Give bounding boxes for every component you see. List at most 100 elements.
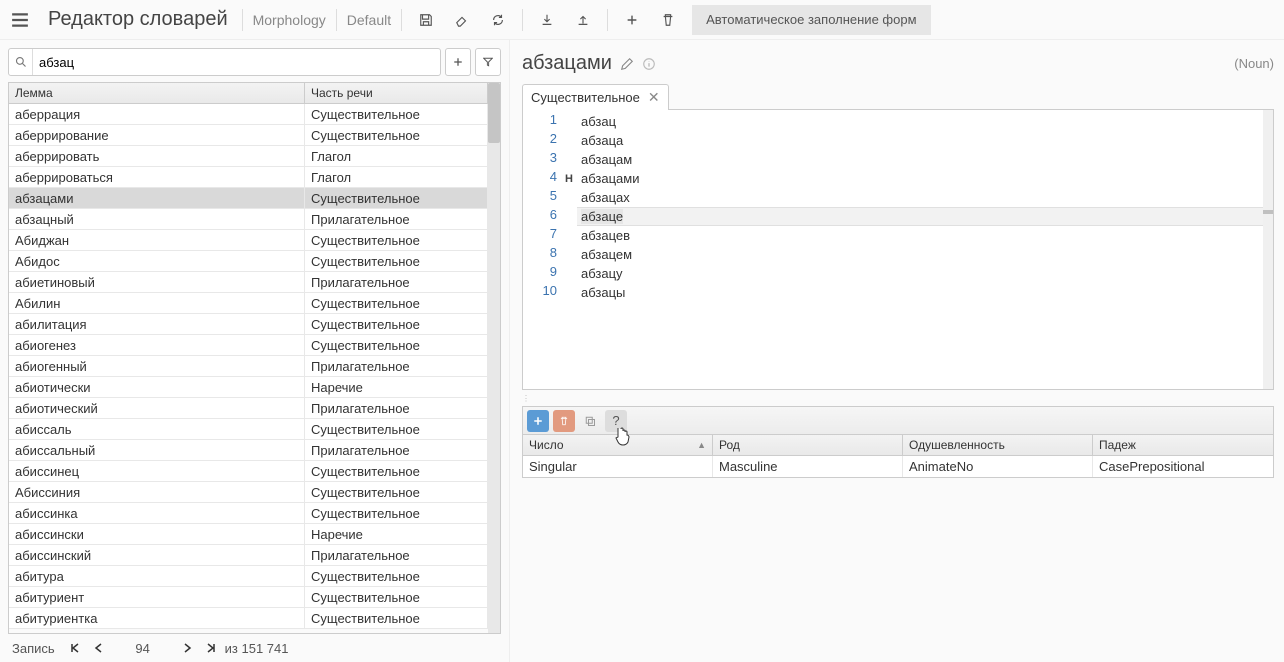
table-row[interactable]: абитуриенткаСуществительное (9, 608, 488, 629)
search-input[interactable] (33, 54, 440, 71)
table-row[interactable]: АбидосСуществительное (9, 251, 488, 272)
tab-close-icon[interactable]: ✕ (648, 89, 660, 106)
upload-button[interactable] (565, 0, 601, 40)
table-row[interactable]: абзацамиСуществительное (9, 188, 488, 209)
form-line[interactable]: абзаца (577, 131, 1263, 150)
pager-prev[interactable] (89, 638, 109, 658)
prev-icon (94, 643, 104, 653)
pager-next[interactable] (177, 638, 197, 658)
table-row[interactable]: абиогенныйПрилагательное (9, 356, 488, 377)
form-line[interactable]: абзаце (577, 207, 1263, 226)
search-icon (9, 49, 33, 75)
col-pos[interactable]: Часть речи (305, 83, 488, 103)
tag-add-button[interactable] (527, 410, 549, 432)
form-line[interactable]: абзацы (577, 283, 1263, 302)
table-row[interactable]: абиотическийПрилагательное (9, 398, 488, 419)
table-row[interactable]: аберрацияСуществительное (9, 104, 488, 125)
val-animacy: AnimateNo (903, 456, 1093, 477)
next-icon (182, 643, 192, 653)
attr-header: Число Род Одушевленность Падеж (523, 435, 1273, 456)
save-icon (419, 13, 433, 27)
form-line[interactable]: абзац (577, 112, 1263, 131)
autofill-button[interactable]: Автоматическое заполнение форм (692, 5, 930, 35)
save-button[interactable] (408, 0, 444, 40)
tag-copy-button[interactable] (579, 410, 601, 432)
scrollbar-thumb[interactable] (488, 83, 500, 143)
form-line[interactable]: абзацах (577, 188, 1263, 207)
search-box (8, 48, 441, 76)
filter-icon (483, 57, 493, 67)
table-row[interactable]: абитуриентСуществительное (9, 587, 488, 608)
first-icon (70, 643, 80, 653)
tag-delete-button[interactable] (553, 410, 575, 432)
table-row[interactable]: абиссинкаСуществительное (9, 503, 488, 524)
table-row[interactable]: АбиссинияСуществительное (9, 482, 488, 503)
tag-help-button[interactable]: ? (605, 410, 627, 432)
form-line[interactable]: абзацу (577, 264, 1263, 283)
table-row[interactable]: аберрироватьсяГлагол (9, 167, 488, 188)
filter-button[interactable] (475, 48, 501, 76)
lemma-grid: Лемма Часть речи аберрацияСуществительно… (8, 82, 501, 634)
form-line[interactable]: абзацев (577, 226, 1263, 245)
search-add-button[interactable] (445, 48, 471, 76)
col-animacy[interactable]: Одушевленность (903, 435, 1093, 455)
splitter[interactable]: ⋮ (522, 394, 1274, 402)
info-button[interactable] (642, 57, 656, 71)
table-row[interactable]: абиссинецСуществительное (9, 461, 488, 482)
editor-scrollbar[interactable] (1263, 110, 1273, 389)
tab-noun[interactable]: Существительное ✕ (522, 84, 669, 110)
table-row[interactable]: АбилинСуществительное (9, 293, 488, 314)
table-row[interactable]: абиогенезСуществительное (9, 335, 488, 356)
table-row[interactable]: абиетиновыйПрилагательное (9, 272, 488, 293)
left-panel: Лемма Часть речи аберрацияСуществительно… (0, 40, 510, 662)
form-line[interactable]: абзацем (577, 245, 1263, 264)
pager-last[interactable] (201, 638, 221, 658)
download-button[interactable] (529, 0, 565, 40)
pager-label: Запись (12, 641, 55, 656)
tab-label: Существительное (531, 90, 640, 105)
pager-current: 94 (113, 641, 173, 656)
content-header: абзацами (Noun) (522, 52, 1274, 75)
col-gender[interactable]: Род (713, 435, 903, 455)
table-row[interactable]: абитураСуществительное (9, 566, 488, 587)
col-lemma[interactable]: Лемма (9, 83, 305, 103)
table-row[interactable]: абзацныйПрилагательное (9, 209, 488, 230)
edit-title-button[interactable] (620, 57, 634, 71)
table-row[interactable]: абиссальныйПрилагательное (9, 440, 488, 461)
add-button[interactable] (614, 0, 650, 40)
upload-icon (576, 13, 590, 27)
table-row[interactable]: абиотическиНаречие (9, 377, 488, 398)
pager-first[interactable] (65, 638, 85, 658)
grid-scrollbar[interactable] (488, 83, 500, 633)
refresh-button[interactable] (480, 0, 516, 40)
breadcrumb-default[interactable]: Default (343, 12, 395, 28)
info-icon (642, 57, 656, 71)
table-row[interactable]: абиссинскийПрилагательное (9, 545, 488, 566)
form-line[interactable]: абзацам (577, 150, 1263, 169)
table-row[interactable]: абиссинскиНаречие (9, 524, 488, 545)
pencil-icon (620, 57, 634, 71)
breadcrumb-morphology[interactable]: Morphology (249, 12, 330, 28)
table-row[interactable]: абиссальСуществительное (9, 419, 488, 440)
val-number: Singular (523, 456, 713, 477)
content-title: абзацами (522, 52, 612, 75)
pos-short: (Noun) (1234, 56, 1274, 71)
table-row[interactable]: аберрироватьГлагол (9, 146, 488, 167)
copy-icon (584, 415, 596, 427)
form-line[interactable]: абзацами (577, 169, 1263, 188)
table-row[interactable]: аберрированиеСуществительное (9, 125, 488, 146)
tabs: Существительное ✕ (522, 83, 1274, 110)
plus-icon (625, 13, 639, 27)
delete-button[interactable] (650, 0, 686, 40)
table-row[interactable]: абилитацияСуществительное (9, 314, 488, 335)
table-row[interactable]: АбиджанСуществительное (9, 230, 488, 251)
attr-row[interactable]: Singular Masculine AnimateNo CasePreposi… (523, 456, 1273, 477)
erase-button[interactable] (444, 0, 480, 40)
download-icon (540, 13, 554, 27)
col-number[interactable]: Число (523, 435, 713, 455)
menu-button[interactable] (0, 0, 40, 40)
hamburger-icon (11, 11, 29, 29)
trash-icon (661, 13, 675, 27)
refresh-icon (491, 13, 505, 27)
col-case[interactable]: Падеж (1093, 435, 1273, 455)
